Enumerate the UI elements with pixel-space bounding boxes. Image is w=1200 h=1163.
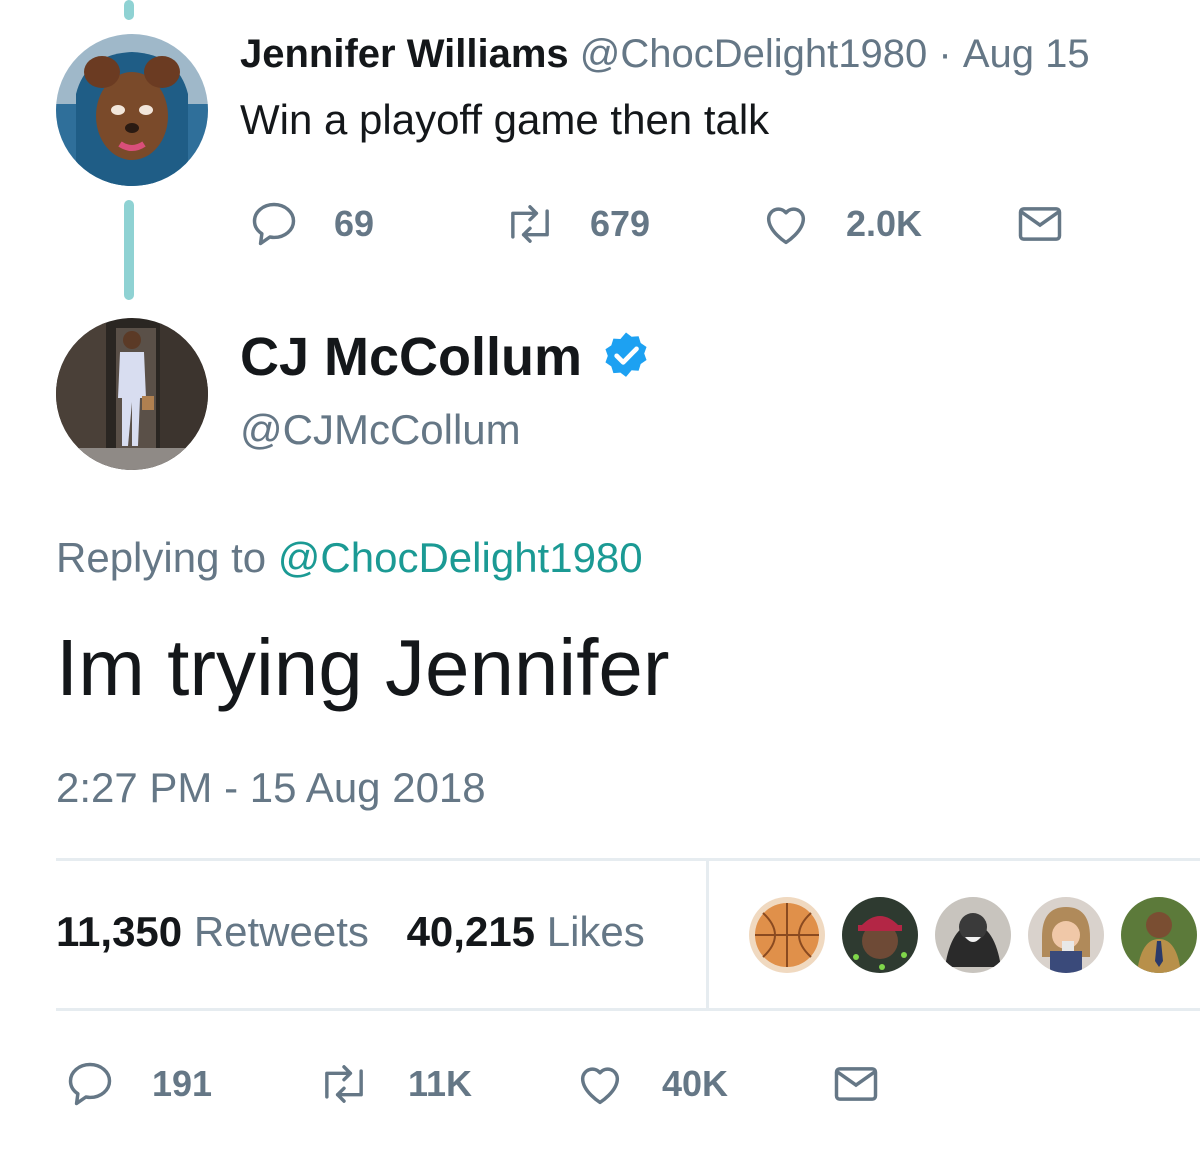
main-reply-button[interactable]: 191	[64, 1058, 212, 1110]
parent-author-handle[interactable]: @ChocDelight1980	[580, 32, 927, 76]
main-retweet-count: 11K	[408, 1063, 473, 1104]
thread-line-top	[124, 0, 134, 20]
like-icon	[760, 198, 812, 250]
replying-handle-link[interactable]: @ChocDelight1980	[278, 534, 643, 581]
main-author-handle[interactable]: @CJMcCollum	[240, 406, 521, 454]
parent-like-button[interactable]: 2.0K	[760, 198, 922, 250]
liker-avatar-2[interactable]	[842, 897, 918, 973]
avatar-cj[interactable]	[56, 318, 208, 470]
thread-line-middle	[124, 200, 134, 300]
parent-reply-button[interactable]: 69	[248, 198, 374, 250]
parent-dm-button[interactable]	[1014, 198, 1066, 250]
liker-avatar-5[interactable]	[1121, 897, 1197, 973]
reply-icon	[248, 198, 300, 250]
main-like-button[interactable]: 40K	[574, 1058, 728, 1110]
tweet-timestamp[interactable]: 2:27 PM - 15 Aug 2018	[56, 764, 486, 812]
parent-retweet-count: 679	[590, 203, 651, 244]
retweet-total: 11,350	[56, 908, 183, 955]
parent-reply-count: 69	[334, 203, 375, 244]
parent-separator: ·	[938, 32, 952, 76]
dm-icon	[1014, 198, 1066, 250]
parent-author-line: Jennifer Williams @ChocDelight1980 · Aug…	[240, 32, 1090, 77]
replying-prefix: Replying to	[56, 534, 267, 581]
replying-to-line: Replying to @ChocDelight1980	[56, 534, 643, 582]
main-tweet-text: Im trying Jennifer	[56, 623, 670, 712]
main-author-line: CJ McCollum	[240, 326, 654, 388]
verified-badge-icon	[598, 329, 654, 385]
parent-retweet-button[interactable]: 679	[500, 198, 650, 250]
like-total: 40,215	[406, 908, 536, 955]
liker-avatar-3[interactable]	[935, 897, 1011, 973]
dm-icon	[830, 1058, 882, 1110]
parent-tweet-text: Win a playoff game then talk	[240, 96, 770, 143]
main-dm-button[interactable]	[830, 1058, 882, 1110]
retweet-label: Retweets	[193, 908, 369, 955]
divider-top	[56, 858, 1200, 861]
parent-like-count: 2.0K	[846, 203, 923, 244]
like-label: Likes	[546, 908, 645, 955]
parent-author-name[interactable]: Jennifer Williams	[240, 32, 569, 76]
main-retweet-button[interactable]: 11K	[314, 1058, 472, 1110]
main-reply-count: 191	[152, 1063, 213, 1104]
avatar-jennifer[interactable]	[56, 34, 208, 186]
main-author-name[interactable]: CJ McCollum	[240, 326, 582, 388]
like-icon	[574, 1058, 626, 1110]
likes-stat[interactable]: 40,215 Likes	[407, 908, 645, 955]
retweet-icon	[314, 1058, 374, 1110]
retweet-icon	[500, 198, 560, 250]
divider-vertical	[706, 861, 709, 1009]
divider-bottom	[56, 1008, 1200, 1011]
engagement-stats: 11,350 Retweets 40,215 Likes	[56, 908, 645, 956]
parent-date[interactable]: Aug 15	[963, 32, 1090, 76]
main-like-count: 40K	[662, 1063, 729, 1104]
liker-avatar-1[interactable]	[749, 897, 825, 973]
retweets-stat[interactable]: 11,350 Retweets	[56, 908, 369, 955]
liker-avatar-4[interactable]	[1028, 897, 1104, 973]
reply-icon	[64, 1058, 116, 1110]
